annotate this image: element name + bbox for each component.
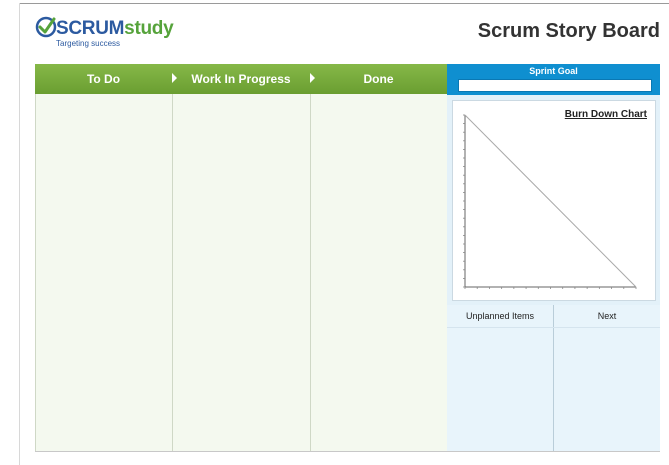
chart-title: Burn Down Chart (564, 109, 647, 120)
sprint-goal-label: Sprint Goal (529, 66, 578, 76)
sprint-goal-panel: Sprint Goal (447, 64, 660, 95)
y-axis-ticks (463, 114, 465, 288)
column-header-label: Done (363, 72, 394, 86)
wip-column[interactable] (172, 94, 310, 452)
checkmark-circle-icon (35, 16, 57, 38)
logo-tagline: Targeting success (56, 39, 121, 48)
arrow-right-icon (172, 73, 177, 83)
burndown-panel: Burn Down Chart (447, 95, 660, 305)
frame-left-border (19, 3, 20, 465)
column-header-todo: To Do (35, 64, 172, 94)
next-label: Next (597, 311, 617, 321)
logo-wordmark: SCRUMstudy (56, 18, 174, 40)
bottom-header-line (447, 327, 660, 328)
column-header-wip: Work In Progress (172, 64, 310, 94)
column-header-label: To Do (86, 72, 121, 86)
bottom-panel: Unplanned Items Next (447, 305, 660, 452)
burndown-chart: Burn Down Chart (452, 100, 656, 301)
burndown-chart-svg (463, 114, 637, 289)
done-column[interactable] (310, 94, 448, 452)
scrumstudy-logo: SCRUMstudy Targeting success (35, 14, 175, 54)
column-header-label: Work In Progress (191, 72, 291, 86)
column-header-done: Done (310, 64, 447, 94)
logo-scrum-text: SCRUM (56, 18, 125, 39)
sprint-goal-input[interactable] (458, 79, 652, 92)
frame-bottom-border (35, 451, 660, 452)
arrow-right-icon (310, 73, 315, 83)
burndown-series-line (464, 114, 637, 288)
logo-study-text: study (124, 18, 174, 39)
frame-top-border (19, 3, 669, 4)
unplanned-items-label: Unplanned Items (465, 311, 535, 321)
page-title: Scrum Story Board (477, 20, 660, 42)
todo-column[interactable] (35, 94, 172, 452)
